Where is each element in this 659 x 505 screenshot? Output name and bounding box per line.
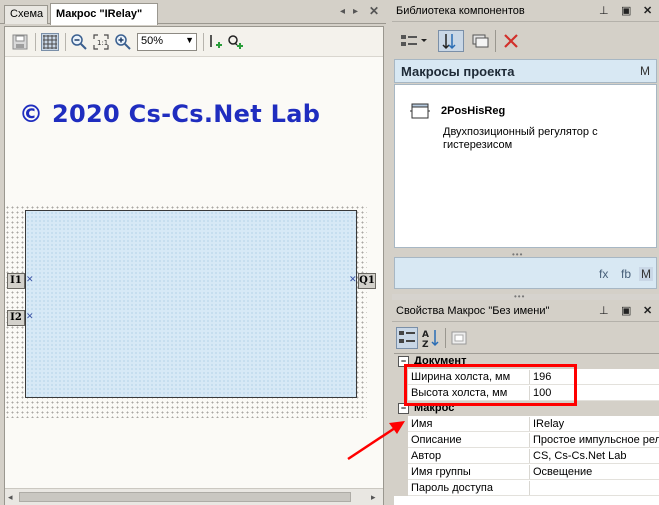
annotation-arrow — [347, 421, 405, 461]
